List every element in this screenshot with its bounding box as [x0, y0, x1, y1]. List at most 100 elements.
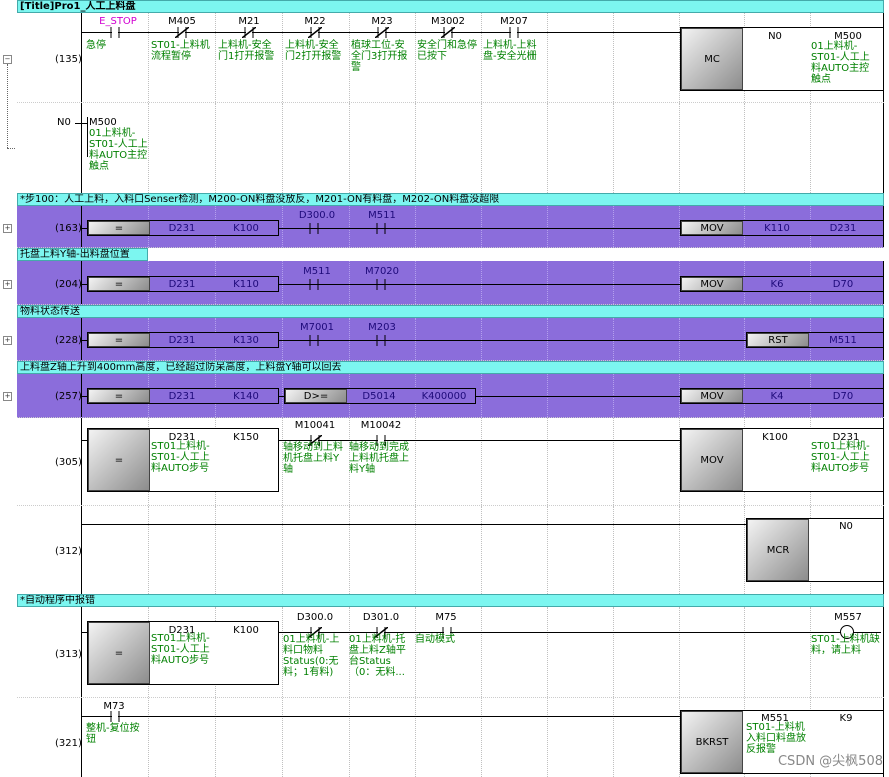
compare-b: K110: [233, 279, 259, 290]
expand-icon-257[interactable]: +: [3, 392, 12, 401]
rung-321[interactable]: (321) M73 整机-复位按钮 BKRST M551 ST01-上料机入料口…: [17, 698, 884, 777]
operand-comment: 01上料机-ST01-人工上料AUTO主控触点: [811, 41, 870, 85]
instruction-rst[interactable]: RST: [747, 333, 809, 347]
compare-op[interactable]: =: [88, 389, 150, 403]
step-number: (204): [55, 279, 82, 290]
device-label: M75: [435, 612, 457, 623]
no-contact-icon[interactable]: [307, 223, 321, 234]
device-label: M203: [368, 322, 396, 333]
compare-a: D231: [168, 391, 196, 402]
no-contact-icon[interactable]: [374, 335, 388, 346]
coil-comment: ST01-上料机缺料，请上料: [811, 634, 880, 656]
no-contact-icon[interactable]: [307, 279, 321, 290]
nc-contact-icon[interactable]: [242, 27, 256, 38]
no-contact-icon[interactable]: [307, 335, 321, 346]
rung-228[interactable]: (228) = D231 K130 M7001 M203 RST M511: [17, 318, 884, 361]
device-label: M10041: [294, 420, 336, 431]
device-comment: 01上料机-ST01-人工上料AUTO主控触点: [89, 128, 148, 172]
operand-d: D70: [832, 391, 854, 402]
compare-b: K100: [233, 625, 259, 636]
compare-a: D231: [168, 279, 196, 290]
step-number: (135): [55, 54, 82, 65]
nc-contact-icon[interactable]: [308, 27, 322, 38]
device-label: D300.0: [296, 612, 334, 623]
instruction-mov[interactable]: MOV: [681, 221, 743, 235]
rung-n0[interactable]: N0 M500 01上料机-ST01-人工上料AUTO主控触点: [17, 103, 884, 193]
device-comment: 自动模式: [415, 634, 455, 645]
nest-label: N0: [57, 117, 71, 128]
rung-257[interactable]: (257) = D231 K140 D>= D5014 K400000 MOV …: [17, 374, 884, 418]
device-label: D300.0: [298, 210, 336, 221]
collapse-icon[interactable]: −: [3, 55, 12, 64]
collapse-bracket-end: [7, 148, 15, 149]
device-label: M23: [371, 16, 393, 27]
compare-b2: K400000: [421, 391, 467, 402]
compare-op[interactable]: =: [88, 221, 150, 235]
nc-contact-icon[interactable]: [375, 27, 389, 38]
no-contact-icon[interactable]: [108, 27, 122, 38]
device-label: M21: [238, 16, 260, 27]
step-number: (321): [55, 738, 82, 749]
nc-contact-icon[interactable]: [441, 27, 455, 38]
operand-s: K100: [762, 432, 788, 443]
device-label: M7001: [299, 322, 335, 333]
comment-228[interactable]: 物料状态传送: [17, 305, 884, 318]
device-label: M10042: [360, 420, 402, 431]
no-contact-icon[interactable]: [374, 279, 388, 290]
compare-b: K140: [233, 391, 259, 402]
instruction-mc[interactable]: MC: [681, 28, 743, 90]
compare-b: K130: [233, 335, 259, 346]
compare-a: D231: [168, 335, 196, 346]
instruction-bkrst[interactable]: BKRST: [681, 711, 743, 773]
compare-op[interactable]: =: [88, 333, 150, 347]
compare-op-2[interactable]: D>=: [285, 389, 347, 403]
compare-b: K150: [233, 432, 259, 443]
no-contact-icon[interactable]: [374, 223, 388, 234]
step-number: (313): [55, 649, 82, 660]
device-label: M405: [168, 16, 196, 27]
rung-163[interactable]: (163) = D231 K100 D300.0 M511 MOV K110 D…: [17, 206, 884, 248]
instruction-mov[interactable]: MOV: [681, 389, 743, 403]
device-comment: 轴移动到上料机托盘上料Y轴: [283, 442, 343, 475]
operand-n0: N0: [768, 31, 782, 42]
device-label: M3002: [430, 16, 466, 27]
title-comment[interactable]: [Title]Pro1_人工上料盘: [17, 0, 884, 13]
compare-op[interactable]: =: [88, 429, 150, 491]
compare-op[interactable]: =: [88, 277, 150, 291]
compare-op[interactable]: =: [88, 622, 150, 684]
comment-313[interactable]: *自动程序中报错: [17, 594, 884, 607]
compare-a: D231: [168, 223, 196, 234]
device-label: E_STOP: [99, 16, 137, 27]
device-comment: 01上料机-上料口物料Status(0:无料；1有料): [283, 634, 340, 678]
operand-d: D70: [832, 279, 854, 290]
rung-135[interactable]: (135) E_STOP 急停 M405 ST01-上料机流程暂停 M21 上料…: [17, 13, 884, 103]
device-comment: 整机-复位按钮: [86, 723, 140, 745]
device-comment: 轴移动到完成上料机托盘上料Y轴: [349, 442, 409, 475]
expand-icon-228[interactable]: +: [3, 336, 12, 345]
device-comment: 上料机-安全门2打开报警: [285, 40, 342, 62]
compare-a-comment: ST01上料机-ST01-人工上料AUTO步号: [151, 633, 210, 666]
rung-204[interactable]: (204) = D231 K110 M511 M7020 MOV K6 D70: [17, 261, 884, 305]
expand-icon-163[interactable]: +: [3, 224, 12, 233]
instruction-mcr[interactable]: MCR: [747, 519, 809, 581]
comment-257[interactable]: 上料盘Z轴上升到400mm高度，已经超过防呆高度，上料盘Y轴可以回去: [17, 361, 884, 374]
rung-313[interactable]: (313) = D231 ST01上料机-ST01-人工上料AUTO步号 K10…: [17, 607, 884, 698]
comment-163[interactable]: *步100：人工上料，入料口Senser检测，M200-ON料盘没放反，M201…: [17, 193, 884, 206]
no-contact-icon[interactable]: [507, 27, 521, 38]
rung-305[interactable]: (305) = D231 ST01上料机-ST01-人工上料AUTO步号 K15…: [17, 418, 884, 506]
device-label: M511: [303, 266, 331, 277]
operand-d: M511: [829, 335, 857, 346]
compare-a-comment: ST01上料机-ST01-人工上料AUTO步号: [151, 441, 210, 474]
device-comment: 植球工位-安全门3打开报警: [351, 40, 408, 73]
instruction-mov[interactable]: MOV: [681, 429, 743, 491]
device-comment: 急停: [86, 40, 106, 51]
no-contact-icon[interactable]: [108, 711, 122, 722]
expand-icon-204[interactable]: +: [3, 280, 12, 289]
device-label: M22: [304, 16, 326, 27]
rung-312[interactable]: (312) MCR N0: [17, 506, 884, 594]
compare-b: K100: [233, 223, 259, 234]
watermark: CSDN @尖枫508: [777, 754, 883, 769]
comment-204[interactable]: 托盘上料Y轴-出料盘位置: [17, 248, 148, 261]
nc-contact-icon[interactable]: [175, 27, 189, 38]
instruction-mov[interactable]: MOV: [681, 277, 743, 291]
